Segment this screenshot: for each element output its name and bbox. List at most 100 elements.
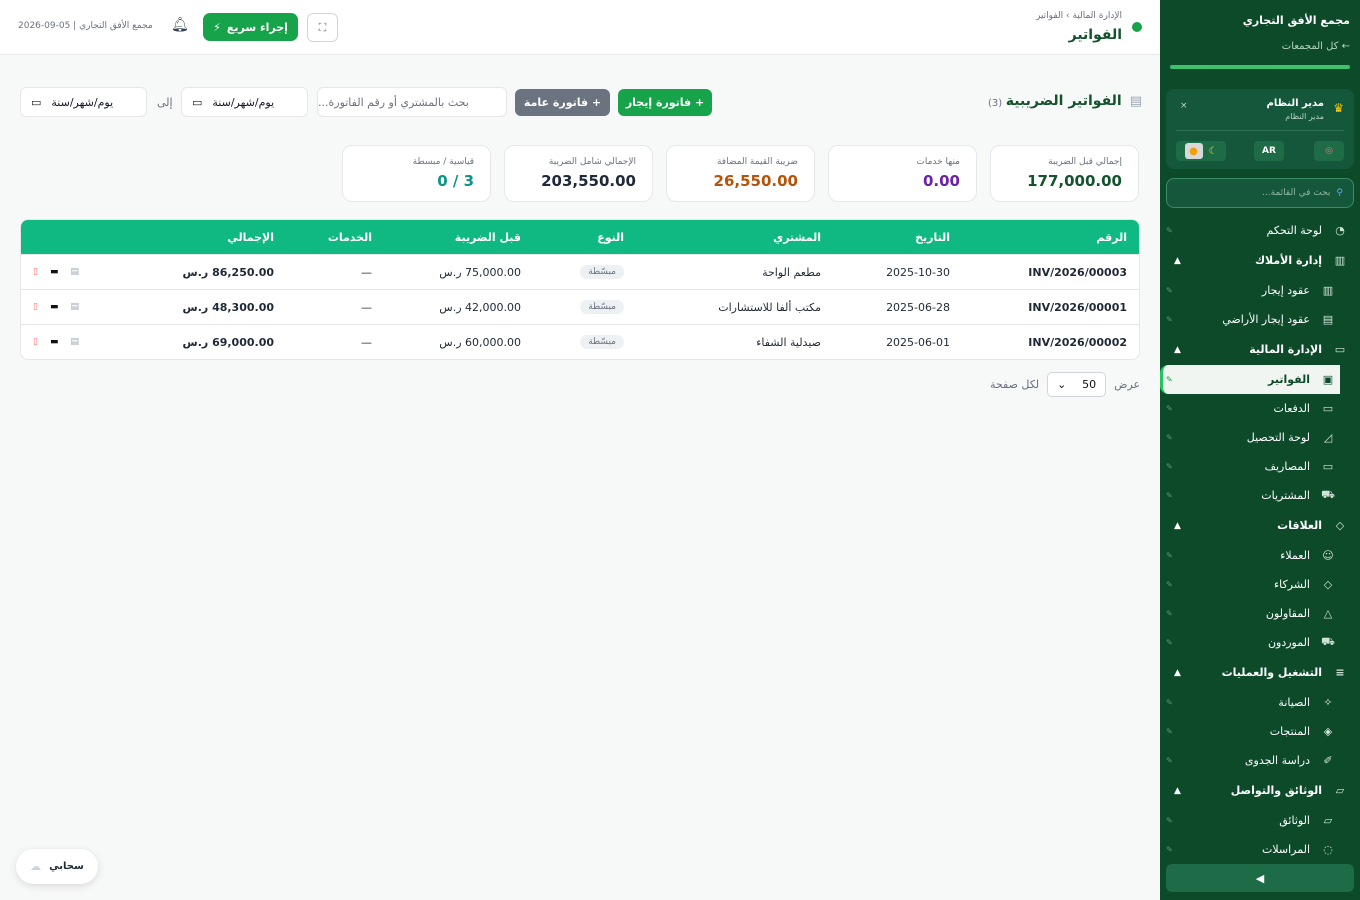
pin-icon[interactable]: ✎ [1166, 226, 1173, 235]
table-row[interactable]: INV/2026/00003 2025-10-30 مطعم الواحة مب… [21, 254, 1139, 289]
add-general-invoice-button[interactable]: + فاتورة عامة [515, 89, 610, 116]
document-icon: ▤ [1129, 93, 1142, 109]
quick-action-button[interactable]: إجراء سريع ⚡︎ [203, 13, 298, 41]
pin-icon[interactable]: ✎ [1166, 315, 1173, 324]
edit-icon[interactable]: ▬ [50, 267, 59, 277]
contractor-icon: △ [1323, 607, 1333, 620]
tag-icon: ◈ [1323, 725, 1333, 738]
pin-icon[interactable]: ✎ [1166, 551, 1173, 560]
pin-icon[interactable]: ✎ [1166, 638, 1173, 647]
pin-icon[interactable]: ✎ [1166, 756, 1173, 765]
sidebar-section-properties[interactable]: ▥ إدارة الأملاك ▲ [1160, 245, 1360, 276]
sidebar-section-relations[interactable]: ◇ العلاقات ▲ [1160, 510, 1360, 541]
sun-icon: ● [1184, 143, 1203, 159]
arrow-left-icon: ◀ [1255, 871, 1265, 885]
quick-action-label: إجراء سريع [226, 20, 288, 34]
header-services[interactable]: الخدمات [328, 220, 372, 254]
fullscreen-button[interactable]: ⛶ [307, 13, 338, 42]
pin-icon[interactable]: ✎ [1166, 580, 1173, 589]
sidebar-section-operations[interactable]: ≡ التشغيل والعمليات ▲ [1160, 657, 1360, 688]
date-from-input[interactable]: ▭ يوم/شهر/سنة [181, 87, 308, 117]
pin-icon[interactable]: ✎ [1166, 491, 1173, 500]
stat-value: 203,550.00 [541, 172, 636, 190]
header-total[interactable]: الإجمالي [227, 220, 274, 254]
sidebar-item-purchases[interactable]: ⛟ المشتريات ✎ [1160, 481, 1360, 510]
all-complexes-link[interactable]: ← كل المجمعات [1170, 41, 1350, 52]
theme-toggle[interactable]: ☾ ● [1176, 141, 1226, 161]
row-actions: ▯ ▬ ▤ [33, 255, 79, 289]
dashboard-icon: ◔ [1335, 224, 1345, 237]
close-icon[interactable]: × [1180, 101, 1188, 111]
sidebar-section-finance[interactable]: ▭ الإدارة المالية ▲ [1160, 334, 1360, 365]
page-size-select[interactable]: ⌄ 50 [1047, 372, 1107, 397]
header-type[interactable]: النوع [597, 220, 624, 254]
pin-icon[interactable]: ✎ [1166, 609, 1173, 618]
sidebar-item-correspondence[interactable]: ◌ المراسلات ✎ [1160, 835, 1360, 864]
cloud-chip[interactable]: ☁ سحابي [16, 849, 98, 884]
header-title: الفواتير [1068, 27, 1122, 43]
print-icon[interactable]: ▤ [70, 302, 79, 312]
pin-icon[interactable]: ✎ [1166, 698, 1173, 707]
pin-icon[interactable]: ✎ [1166, 462, 1173, 471]
pin-icon[interactable]: ✎ [1166, 727, 1173, 736]
target-icon: ◎ [1325, 146, 1333, 156]
header-meta: 2026-09-05 | مجمع الأفق التجاري [18, 21, 153, 31]
breadcrumb[interactable]: الإدارة المالية › الفواتير [1036, 11, 1122, 21]
invoice-search-input[interactable]: بحث بالمشتري أو رقم الفاتورة... [317, 87, 507, 117]
print-icon[interactable]: ▤ [70, 337, 79, 347]
header-number[interactable]: الرقم [1096, 220, 1127, 254]
pin-icon[interactable]: ✎ [1166, 286, 1173, 295]
pin-icon[interactable]: ✎ [1166, 404, 1173, 413]
edit-icon[interactable]: ▬ [50, 302, 59, 312]
sidebar-item-dashboard[interactable]: ◔ لوحة التحكم ✎ [1160, 216, 1360, 245]
bell-icon[interactable]: 🔔︎ [171, 17, 189, 33]
invoice-number[interactable]: INV/2026/00002 [1028, 325, 1127, 359]
table-row[interactable]: INV/2026/00001 2025-06-28 مكتب ألفا للاس… [21, 289, 1139, 324]
invoice-number[interactable]: INV/2026/00003 [1028, 255, 1127, 289]
pin-icon[interactable]: ✎ [1166, 845, 1173, 854]
moon-icon: ☾ [1208, 145, 1218, 157]
sidebar: مجمع الأفق التجاري ← كل المجمعات ♛ مدير … [1160, 0, 1360, 900]
invoice-services: — [361, 300, 372, 314]
sidebar-item-clients[interactable]: ☺ العملاء ✎ [1160, 541, 1360, 570]
sidebar-item-feasibility[interactable]: ✐ دراسة الجدوى ✎ [1160, 746, 1360, 775]
sidebar-item-land-contracts[interactable]: ▤ عقود إيجار الأراضي ✎ [1160, 305, 1360, 334]
company-name: مجمع الأفق التجاري [1242, 14, 1350, 27]
target-button[interactable]: ◎ [1314, 141, 1344, 161]
collapse-icon: ▲ [1174, 785, 1181, 796]
pin-icon[interactable]: ✎ [1166, 375, 1173, 384]
collapse-sidebar-button[interactable]: ◀ [1166, 864, 1354, 892]
pin-icon[interactable]: ✎ [1166, 433, 1173, 442]
sidebar-item-partners[interactable]: ◇ الشركاء ✎ [1160, 570, 1360, 599]
folder-icon: ▱ [1323, 814, 1333, 827]
sidebar-item-documents[interactable]: ▱ الوثائق ✎ [1160, 806, 1360, 835]
invoice-number[interactable]: INV/2026/00001 [1028, 290, 1127, 324]
invoice-total: 48,300.00 ر.س [182, 300, 274, 314]
delete-icon[interactable]: ▯ [33, 302, 38, 312]
header-date[interactable]: التاريخ [915, 220, 950, 254]
edit-icon[interactable]: ▬ [50, 337, 59, 347]
sidebar-item-contractors[interactable]: △ المقاولون ✎ [1160, 599, 1360, 628]
sidebar-item-maintenance[interactable]: ✧ الصيانة ✎ [1160, 688, 1360, 717]
print-icon[interactable]: ▤ [70, 267, 79, 277]
sidebar-item-rent-contracts[interactable]: ▥ عقود إيجار ✎ [1160, 276, 1360, 305]
sidebar-item-products[interactable]: ◈ المنتجات ✎ [1160, 717, 1360, 746]
sidebar-section-documents[interactable]: ▱ الوثائق والتواصل ▲ [1160, 775, 1360, 806]
lightning-icon: ⚡︎ [213, 20, 221, 34]
date-to-input[interactable]: ▭ يوم/شهر/سنة [20, 87, 147, 117]
header-buyer[interactable]: المشتري [773, 220, 821, 254]
sidebar-item-invoices[interactable]: ▣ الفواتير ✎ [1160, 365, 1340, 394]
language-button[interactable]: AR [1254, 141, 1284, 161]
sidebar-item-expenses[interactable]: ▭ المصاريف ✎ [1160, 452, 1360, 481]
header-pretax[interactable]: قبل الضريبة [455, 220, 521, 254]
delete-icon[interactable]: ▯ [33, 267, 38, 277]
page-title: ▤ الفواتير الضريبية [1005, 93, 1142, 109]
sidebar-search[interactable]: ⚲ بحث في القائمة... [1166, 178, 1354, 208]
sidebar-item-collection[interactable]: ◿ لوحة التحصيل ✎ [1160, 423, 1360, 452]
sidebar-item-payments[interactable]: ▭ الدفعات ✎ [1160, 394, 1360, 423]
add-rent-invoice-button[interactable]: + فاتورة إيجار [618, 89, 712, 116]
table-row[interactable]: INV/2026/00002 2025-06-01 صيدلية الشفاء … [21, 324, 1139, 359]
sidebar-item-suppliers[interactable]: ⛟ الموردون ✎ [1160, 628, 1360, 657]
delete-icon[interactable]: ▯ [33, 337, 38, 347]
pin-icon[interactable]: ✎ [1166, 816, 1173, 825]
